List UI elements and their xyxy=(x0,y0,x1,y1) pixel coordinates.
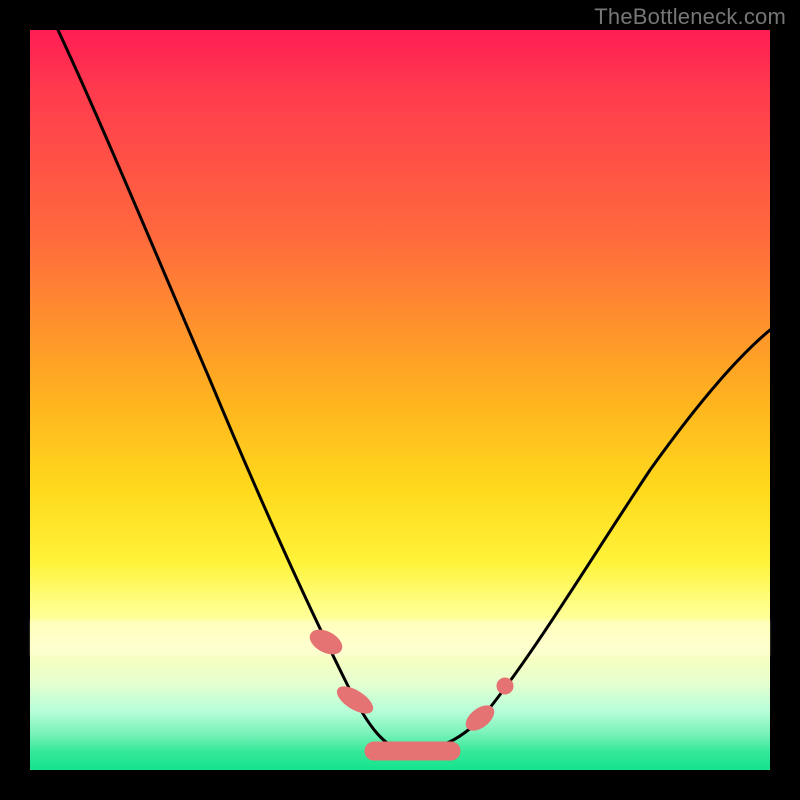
curve-layer xyxy=(30,30,770,770)
watermark-text: TheBottleneck.com xyxy=(594,4,786,30)
right-curve xyxy=(400,330,770,750)
chart-frame: TheBottleneck.com xyxy=(0,0,800,800)
left-curve xyxy=(58,30,400,750)
plot-area xyxy=(30,30,770,770)
marker-bottom-blob xyxy=(365,742,460,760)
marker-left-cap xyxy=(306,625,345,659)
marker-left-lower xyxy=(333,682,376,718)
marker-right-upper xyxy=(497,678,513,694)
markers-group xyxy=(306,625,513,760)
